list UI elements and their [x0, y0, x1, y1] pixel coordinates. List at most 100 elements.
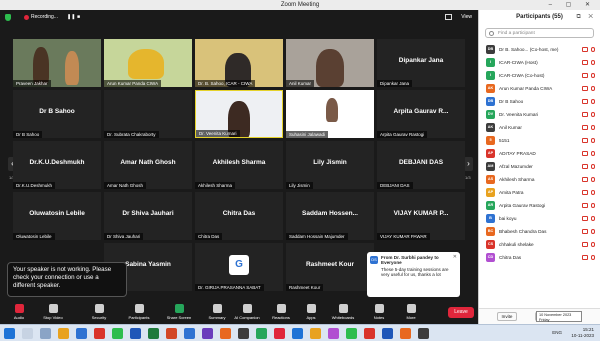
participant-row[interactable]: DB Dr B Sahoo: [479, 95, 600, 108]
search-icon[interactable]: [22, 328, 33, 339]
participant-row[interactable]: CD Chitra Das: [479, 251, 600, 264]
reactions-button[interactable]: Reactions: [266, 304, 296, 320]
panel-controls[interactable]: ⧉ ✕: [576, 10, 596, 25]
video-tile[interactable]: Suhasini Jalawadi: [286, 90, 374, 138]
participants-button[interactable]: Participants: [124, 304, 154, 320]
powerpoint-icon[interactable]: [166, 328, 177, 339]
search-input[interactable]: Find a participant: [485, 28, 594, 38]
summary-button[interactable]: Summary: [202, 304, 232, 320]
notes-button[interactable]: Notes: [364, 304, 394, 320]
next-page-arrow[interactable]: ›: [464, 157, 473, 171]
app-icon[interactable]: [292, 328, 303, 339]
app-icon[interactable]: [112, 328, 123, 339]
participant-row[interactable]: I ICAR-CIWA (Host): [479, 56, 600, 69]
participant-row[interactable]: AK Anil Kumar: [479, 121, 600, 134]
video-tile[interactable]: Anil Kumar: [286, 39, 374, 87]
share-screen-button[interactable]: Share Screen: [164, 304, 194, 320]
grid-view-icon[interactable]: [445, 14, 452, 20]
video-icon: [48, 304, 58, 313]
app-icon[interactable]: [382, 328, 393, 339]
avatar: DV: [486, 110, 495, 119]
app-icon[interactable]: [238, 328, 249, 339]
participant-row[interactable]: Bbai koyu: [479, 212, 600, 225]
pause-recording-icon[interactable]: ❚❚: [67, 14, 75, 20]
more-button[interactable]: More: [396, 304, 426, 320]
language-indicator[interactable]: ENG: [552, 330, 562, 335]
whiteboards-button[interactable]: Whiteboards: [328, 304, 358, 320]
video-tile[interactable]: Dipankar Jana Dipankar Jana: [377, 39, 465, 87]
participant-row[interactable]: BC Bhabesh Chandra Das: [479, 225, 600, 238]
video-tile[interactable]: Rashmeet Kour Rashmeet Kour: [286, 243, 374, 291]
stop-recording-icon[interactable]: ■: [77, 14, 80, 20]
video-tile[interactable]: Dr. Subrata Chakraborty: [104, 90, 192, 138]
app-icon[interactable]: [220, 328, 231, 339]
video-tile[interactable]: Dr B Sahoo Dr B Sahoo: [13, 90, 101, 138]
app-icon[interactable]: [256, 328, 267, 339]
participant-row[interactable]: 5 5151: [479, 134, 600, 147]
participant-row[interactable]: AP Amita Patra: [479, 186, 600, 199]
file-explorer-icon[interactable]: [58, 328, 69, 339]
avatar: CD: [486, 253, 495, 262]
video-tile[interactable]: Dr. B. Sahoo, ICAR - CIWA: [195, 39, 283, 87]
participant-row[interactable]: I ICAR-CIWA (Co-host): [479, 69, 600, 82]
video-tile[interactable]: Akhilesh Sharma Akhilesh Sharma: [195, 141, 283, 189]
audio-button[interactable]: Audio: [4, 304, 34, 320]
app-icon[interactable]: [418, 328, 429, 339]
participant-row[interactable]: DV Dr. Veenita Kumari: [479, 108, 600, 121]
stop-video-button[interactable]: Stop Video: [38, 304, 68, 320]
participant-row[interactable]: AS Akhilesh Sharma: [479, 173, 600, 186]
participant-row[interactable]: AM Afzal Mazumder: [479, 160, 600, 173]
close-icon[interactable]: ✕: [453, 254, 457, 260]
video-tile[interactable]: Arun Kumar Panda CIWA: [104, 39, 192, 87]
start-icon[interactable]: [4, 328, 15, 339]
date-tooltip: 10 November 2023 Friday: [536, 311, 582, 322]
app-icon[interactable]: [274, 328, 285, 339]
video-tile[interactable]: Arpita Gaurav R... Arpita Gaurav Rastogi: [377, 90, 465, 138]
app-icon[interactable]: [202, 328, 213, 339]
video-tile[interactable]: G Dr. GIRIJA PRASANNA SABAT: [195, 243, 283, 291]
ai-companion-button[interactable]: AI Companion: [232, 304, 262, 320]
app-icon[interactable]: [310, 328, 321, 339]
invite-button[interactable]: Invite: [497, 312, 517, 321]
video-off-icon: [582, 60, 588, 65]
video-tile[interactable]: DEBJANI DAS DEBJANI DAS: [377, 141, 465, 189]
participant-row[interactable]: AK Arun Kumar Panda CIWA: [479, 82, 600, 95]
window-controls[interactable]: – ▢ ✕: [549, 0, 596, 10]
chat-notification[interactable]: DS ✕ From Dr. Surbhi pandey to Everyone …: [367, 252, 460, 297]
participant-row[interactable]: AP ADITAY PRASAD: [479, 147, 600, 160]
mic-muted-icon: [591, 60, 595, 65]
shield-icon[interactable]: [5, 14, 11, 21]
app-icon[interactable]: [364, 328, 375, 339]
apps-button[interactable]: Apps: [296, 304, 326, 320]
excel-icon[interactable]: [148, 328, 159, 339]
zoom-icon[interactable]: [184, 328, 195, 339]
video-tile[interactable]: Saddam Hossen... Saddam Hossain Majumder: [286, 192, 374, 240]
taskbar-clock[interactable]: 15:21 10-11-2023: [571, 327, 594, 339]
ai-icon: [242, 304, 252, 313]
participant-row[interactable]: DB Dr B. Sahoo... (Co-host, me): [479, 43, 600, 56]
video-tile[interactable]: Chitra Das Chitra Das: [195, 192, 283, 240]
view-button[interactable]: View: [461, 14, 472, 20]
tile-name: Suhasini Jalawadi: [286, 131, 329, 138]
security-button[interactable]: Security: [84, 304, 114, 320]
video-tile[interactable]: Amar Nath Ghosh Amar Nath Ghosh: [104, 141, 192, 189]
video-tile[interactable]: Dr Shiva Jauhari Dr Shiva Jauhari: [104, 192, 192, 240]
task-view-icon[interactable]: [40, 328, 51, 339]
participant-row[interactable]: AR Arpita Gaurav Rastogi: [479, 199, 600, 212]
word-icon[interactable]: [130, 328, 141, 339]
app-icon[interactable]: [400, 328, 411, 339]
video-tile[interactable]: Dr.K.U.Deshmukh Dr.K.U.Deshmukh: [13, 141, 101, 189]
video-tile[interactable]: VIJAY KUMAR P... VIJAY KUMAR PAWAR: [377, 192, 465, 240]
video-tile[interactable]: Praveen Jakhar: [13, 39, 101, 87]
video-tile[interactable]: Oluwatosin Lebile Oluwatosin Lebile: [13, 192, 101, 240]
participant-row[interactable]: CS chhakuli shelake: [479, 238, 600, 251]
tile-display-name: Dr Shiva Jauhari: [122, 210, 174, 217]
participants-panel-header: Participants (55) ⧉ ✕: [479, 10, 600, 25]
edge-icon[interactable]: [76, 328, 87, 339]
video-tile-active-speaker[interactable]: Dr. Veenita Kumari: [195, 90, 283, 138]
video-tile[interactable]: Lily Jismin Lily Jismin: [286, 141, 374, 189]
leave-button[interactable]: Leave: [448, 307, 474, 318]
app-icon[interactable]: [328, 328, 339, 339]
app-icon[interactable]: [346, 328, 357, 339]
chrome-icon[interactable]: [94, 328, 105, 339]
